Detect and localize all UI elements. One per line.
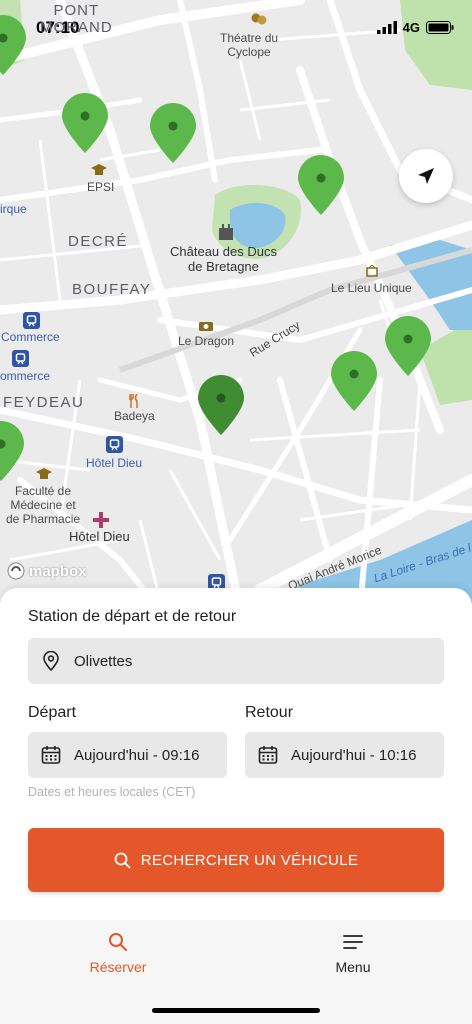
venue-icon: [366, 265, 378, 277]
signal-icon: [376, 21, 397, 34]
retour-field[interactable]: Aujourd'hui - 10:16: [245, 732, 444, 778]
station-pin[interactable]: [0, 420, 26, 482]
map-label-bouffay: BOUFFAY: [72, 281, 152, 298]
map-label-pont-morand: PONT MORAND: [40, 2, 113, 36]
depart-title: Départ: [28, 704, 77, 721]
search-vehicle-button[interactable]: RECHERCHER UN VÉHICULE: [28, 828, 444, 892]
tram-station-icon: [106, 436, 123, 453]
map-label-feydeau: FEYDEAU: [3, 394, 85, 411]
station-pin[interactable]: [296, 154, 346, 216]
search-icon: [114, 852, 131, 868]
map-label-hotel-dieu-station: Hôtel Dieu: [86, 456, 143, 470]
map-label-decre: DECRÉ: [68, 233, 129, 250]
tab-menu[interactable]: Menu: [293, 932, 413, 975]
school-icon: [36, 468, 52, 480]
station-pin[interactable]: [0, 14, 28, 76]
station-value: Olivettes: [74, 652, 133, 670]
map-label-chateau: Château des Ducs de Bretagne: [170, 244, 277, 274]
depart-field[interactable]: Aujourd'hui - 09:16: [28, 732, 227, 778]
tab-menu-label: Menu: [335, 959, 371, 975]
tab-reserver[interactable]: Réserver: [58, 932, 178, 975]
battery-icon: [426, 21, 454, 34]
theatre-icon: [251, 12, 267, 26]
booking-panel: Station de départ et de retour Olivettes…: [0, 588, 472, 920]
status-indicators: 4G: [376, 20, 454, 35]
map-label-badeya: Badeya: [114, 409, 155, 423]
tram-station-icon: [12, 350, 29, 367]
station-field[interactable]: Olivettes: [28, 638, 444, 684]
map-label-faculte: Faculté de Médecine et de Pharmacie: [6, 484, 81, 526]
mapbox-logo: mapbox: [6, 561, 87, 581]
locate-me-button[interactable]: [399, 149, 453, 203]
castle-icon: [219, 224, 233, 240]
map-view[interactable]: 07:10 4G PONT MORAND Théatre du Cyclope …: [0, 0, 472, 610]
home-indicator: [152, 1008, 320, 1013]
calendar-icon: [257, 744, 279, 766]
map-label-commerce-2: ommerce: [0, 369, 51, 383]
map-label-cirque: irque: [0, 202, 27, 216]
restaurant-icon: [129, 394, 139, 408]
location-pin-icon: [40, 650, 62, 672]
station-pin[interactable]: [148, 102, 198, 164]
retour-title: Retour: [245, 704, 294, 721]
station-title: Station de départ et de retour: [28, 608, 237, 625]
school-icon: [91, 164, 107, 176]
station-pin[interactable]: [383, 315, 433, 377]
map-label-lieu-unique: Le Lieu Unique: [331, 281, 412, 295]
map-label-commerce-1: Commerce: [1, 330, 60, 344]
map-label-epsi: EPSI: [87, 180, 115, 194]
station-pin[interactable]: [60, 92, 110, 154]
map-label-le-dragon: Le Dragon: [178, 334, 235, 348]
navigation-arrow-icon: [418, 168, 434, 184]
mapbox-icon: [7, 562, 25, 580]
tab-reserver-label: Réserver: [89, 959, 147, 975]
hamburger-menu-icon: [343, 935, 363, 949]
hospital-icon: [93, 512, 109, 528]
tram-station-icon: [23, 312, 40, 329]
station-pin-selected[interactable]: [196, 374, 246, 436]
station-pin[interactable]: [329, 350, 379, 412]
search-icon: [109, 933, 127, 951]
map-label-hotel-dieu: Hôtel Dieu: [69, 529, 130, 544]
retour-value: Aujourd'hui - 10:16: [291, 746, 417, 764]
camera-icon: [199, 320, 213, 331]
map-label-theatre: Théatre du Cyclope: [220, 31, 279, 59]
search-vehicle-label: RECHERCHER UN VÉHICULE: [140, 851, 359, 869]
network-type: 4G: [402, 20, 420, 35]
calendar-icon: [40, 744, 62, 766]
depart-value: Aujourd'hui - 09:16: [74, 746, 200, 764]
timezone-hint: Dates et heures locales (CET): [28, 785, 196, 799]
mapbox-label: mapbox: [29, 562, 87, 580]
